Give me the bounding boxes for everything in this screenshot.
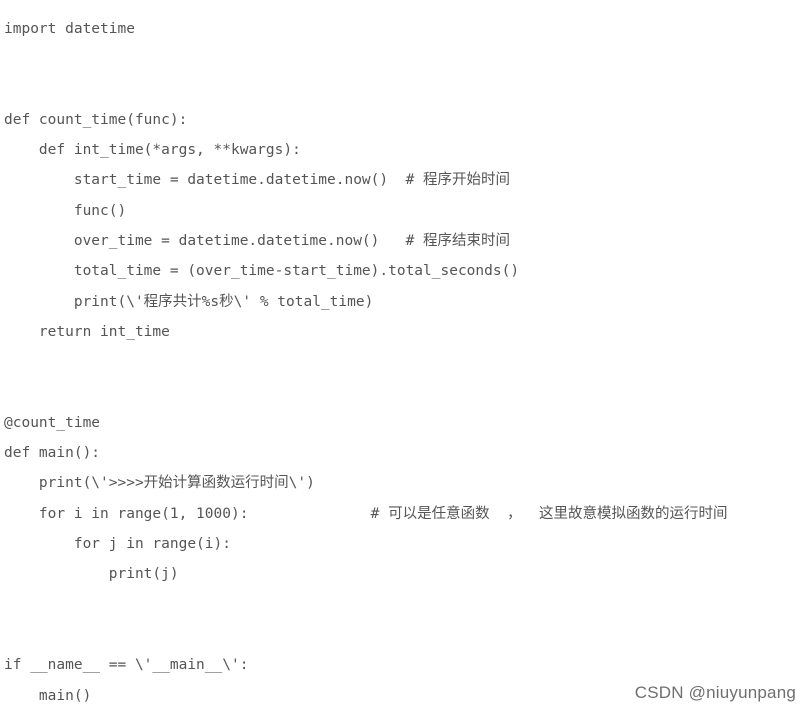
code-line-10: print(\'程序共计%s秒\' % total_time) (4, 293, 374, 310)
code-line-9: total_time = (over_time-start_time).tota… (4, 263, 520, 280)
code-line-23: main() (4, 687, 92, 704)
code-line-14: @count_time (4, 414, 101, 431)
code-line-17: for i in range(1, 1000): # 可以是任意函数 ， 这里故… (4, 505, 728, 522)
code-line-4: def count_time(func): (4, 111, 188, 128)
code-line-5: def int_time(*args, **kwargs): (4, 142, 301, 159)
code-line-11: return int_time (4, 323, 170, 340)
code-line-15: def main(): (4, 445, 101, 462)
code-block: import datetime def count_time(func): de… (4, 14, 728, 711)
code-line-18: for j in range(i): (4, 536, 231, 553)
code-line-6: start_time = datetime.datetime.now() # 程… (4, 172, 511, 189)
code-line-8: over_time = datetime.datetime.now() # 程序… (4, 233, 511, 250)
code-line-1: import datetime (4, 21, 135, 37)
code-line-22: if __name__ == \'__main__\': (4, 657, 249, 674)
code-line-7: func() (4, 202, 127, 219)
watermark: CSDN @niuyunpang (634, 683, 796, 702)
code-line-19: print(j) (4, 566, 179, 583)
code-line-16: print(\'>>>>开始计算函数运行时间\') (4, 475, 315, 492)
